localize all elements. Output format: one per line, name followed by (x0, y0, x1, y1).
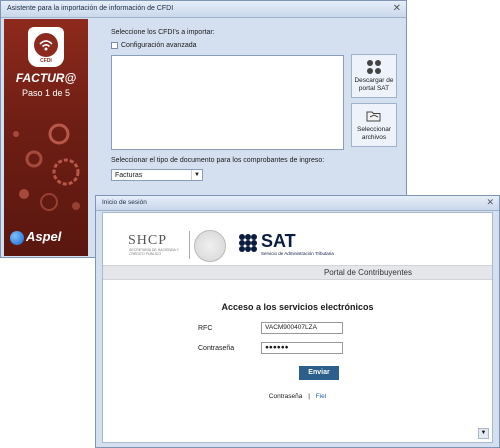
sat-logo-text: SAT (261, 231, 296, 251)
login-window: Inicio de sesión ✕ SHCP SECRETARÍA DE HA… (95, 195, 500, 448)
rfc-label: RFC (198, 325, 213, 332)
cfdi-icon-label: CFDI (40, 58, 52, 64)
scroll-down-icon[interactable]: ▼ (478, 428, 489, 439)
doc-type-label: Seleccionar el tipo de documento para lo… (111, 157, 325, 164)
wizard-title: Asistente para la importación de informa… (7, 5, 174, 12)
advanced-config-checkbox[interactable] (111, 42, 118, 49)
shcp-subtitle: SECRETARÍA DE HACIENDA Y CRÉDITO PÚBLICO (129, 248, 179, 256)
select-files-button[interactable]: Seleccionar archivos (351, 103, 397, 147)
wizard-close-icon[interactable]: ✕ (393, 3, 401, 14)
download-sat-label: Descargar de portal SAT (354, 77, 394, 92)
login-close-icon[interactable]: ✕ (486, 197, 494, 208)
advanced-config-row[interactable]: Configuración avanzada (111, 42, 197, 49)
national-seal-icon (194, 230, 226, 262)
link-separator: | (308, 393, 310, 400)
select-cfdi-label: Seleccione los CFDI's a importar: (111, 29, 215, 36)
folder-icon (366, 111, 381, 122)
sat-logo-icon (239, 234, 257, 252)
portal-bar: Portal de Contribuyentes (103, 265, 492, 280)
sat-header: SHCP SECRETARÍA DE HACIENDA Y CRÉDITO PÚ… (103, 213, 492, 265)
header-divider (189, 231, 190, 259)
password-method-link[interactable]: Contraseña (269, 393, 303, 400)
submit-button[interactable]: Enviar (299, 366, 339, 380)
grid-icon (367, 60, 381, 74)
doc-type-value: Facturas (115, 172, 143, 179)
login-content: SHCP SECRETARÍA DE HACIENDA Y CRÉDITO PÚ… (102, 212, 493, 443)
password-input[interactable]: ●●●●●● (261, 342, 343, 354)
sat-subtitle: Servicio de Administración Tributaria (261, 251, 334, 256)
brand-panel: CFDI FACTUR@ Paso 1 de 5 Aspel (4, 19, 88, 256)
decorative-pattern (13, 123, 80, 211)
login-titlebar[interactable]: Inicio de sesión ✕ (96, 196, 499, 211)
auth-method-links: Contraseña | Fiel (103, 393, 492, 400)
password-label: Contraseña (198, 345, 235, 352)
aspel-logo: Aspel (10, 229, 62, 245)
advanced-config-label: Configuración avanzada (121, 42, 197, 49)
access-heading: Acceso a los servicios electrónicos (221, 302, 374, 312)
cfdi-icon: CFDI (28, 27, 64, 67)
wizard-titlebar[interactable]: Asistente para la importación de informa… (1, 1, 406, 18)
portal-title: Portal de Contribuyentes (323, 268, 412, 277)
step-indicator: Paso 1 de 5 (21, 88, 71, 98)
aspel-text: Aspel (26, 229, 62, 244)
select-files-label: Seleccionar archivos (357, 126, 391, 141)
product-name: FACTUR@ (15, 71, 77, 85)
cfdi-listbox[interactable] (111, 55, 344, 150)
fiel-method-link[interactable]: Fiel (316, 393, 326, 400)
chevron-down-icon[interactable]: ▼ (191, 170, 202, 180)
doc-type-select[interactable]: Facturas ▼ (111, 169, 203, 181)
aspel-ball-icon (10, 231, 24, 245)
download-sat-button[interactable]: Descargar de portal SAT (351, 54, 397, 98)
shcp-logo: SHCP (128, 233, 168, 248)
login-title: Inicio de sesión (102, 199, 147, 206)
rfc-input[interactable]: VACM900407LZA (261, 322, 343, 334)
